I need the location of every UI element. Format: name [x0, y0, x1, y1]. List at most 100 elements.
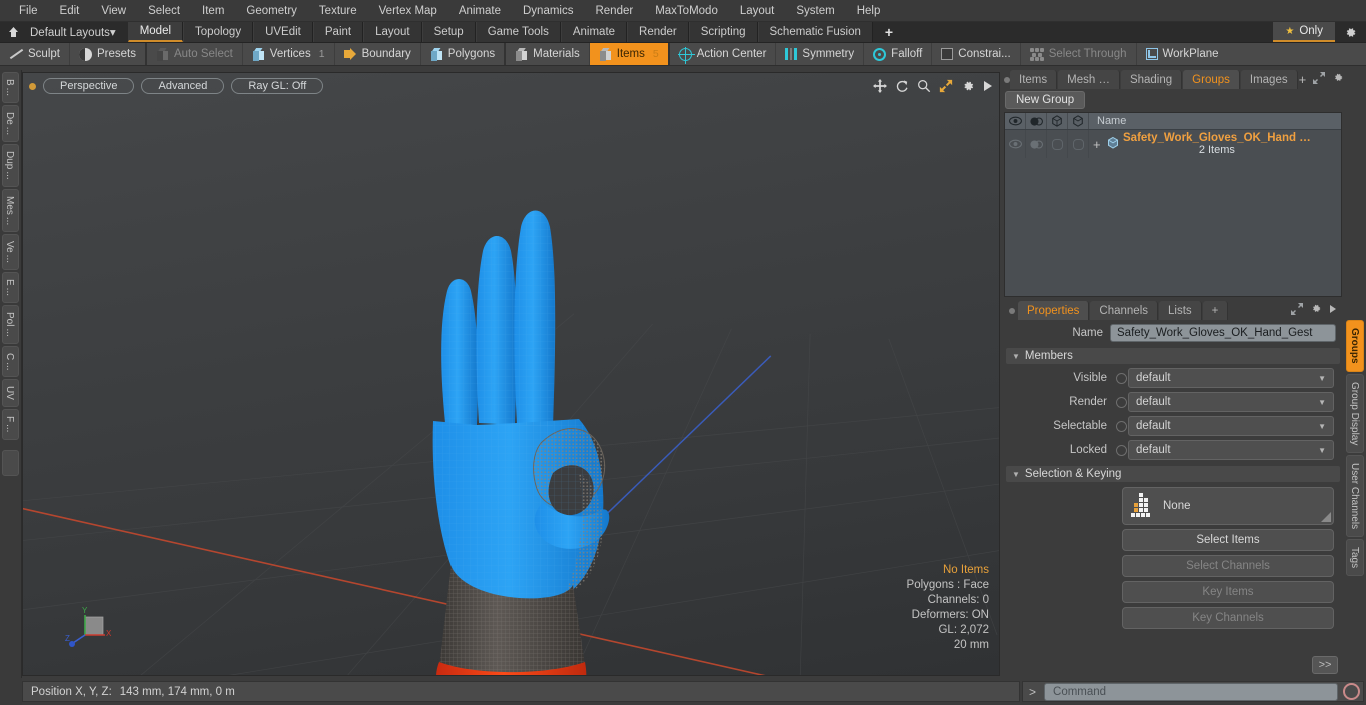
row-locked-toggle[interactable] [1068, 130, 1089, 158]
group-item-list[interactable]: Name + Safety_Work_Gloves_OK_Hand … 2 It… [1004, 112, 1342, 297]
tab-images[interactable]: Images [1240, 70, 1298, 89]
cube-outline-icon[interactable] [1047, 113, 1068, 129]
layout-tab-setup[interactable]: Setup [421, 22, 476, 42]
left-rail-tab-polygon[interactable]: Pol ... [2, 305, 19, 344]
menu-item-help[interactable]: Help [846, 2, 892, 20]
properties-gear-icon[interactable] [1310, 303, 1322, 318]
menu-item-texture[interactable]: Texture [308, 2, 368, 20]
layout-tab-render[interactable]: Render [627, 22, 689, 42]
row-selectable-toggle[interactable] [1047, 130, 1068, 158]
workplane-button[interactable]: WorkPlane [1136, 43, 1228, 65]
sculpt-button[interactable]: Sculpt [0, 43, 70, 65]
selectable-state-indicator[interactable] [1114, 421, 1128, 432]
tab-lists[interactable]: Lists [1159, 301, 1202, 320]
layout-tab-animate[interactable]: Animate [560, 22, 628, 42]
tab-channels[interactable]: Channels [1090, 301, 1159, 320]
record-icon[interactable] [1343, 683, 1360, 700]
row-render-icon[interactable] [1026, 130, 1047, 158]
left-rail-tab-edge[interactable]: E ... [2, 272, 19, 304]
tab-groups[interactable]: Groups [1183, 70, 1240, 89]
panel-gear-icon[interactable] [1332, 72, 1344, 87]
left-rail-tab-deform[interactable]: De ... [2, 105, 19, 143]
menu-item-select[interactable]: Select [137, 2, 191, 20]
render-icon[interactable] [1026, 113, 1047, 129]
locked-state-indicator[interactable] [1114, 445, 1128, 456]
layout-tab-game-tools[interactable]: Game Tools [475, 22, 561, 42]
select-items-button[interactable]: Select Items [1122, 529, 1334, 551]
only-toggle-button[interactable]: ★ Only [1273, 22, 1335, 42]
viewport-projection-selector[interactable]: Perspective [43, 78, 135, 94]
locked-dropdown[interactable]: default ▼ [1128, 440, 1334, 460]
left-rail-tab-vertex[interactable]: Ve ... [2, 234, 19, 271]
add-panel-tab-button[interactable]: + [1299, 72, 1307, 87]
eye-icon[interactable] [1005, 113, 1026, 129]
menu-item-geometry[interactable]: Geometry [235, 2, 308, 20]
play-icon[interactable] [983, 80, 993, 92]
3d-viewport[interactable]: Perspective Advanced Ray GL: Off Y X Z N… [22, 72, 1000, 676]
tab-items[interactable]: Items [1010, 70, 1058, 89]
name-input[interactable]: Safety_Work_Gloves_OK_Hand_Gest [1110, 324, 1336, 342]
left-rail-tab-fusion[interactable]: F ... [2, 409, 19, 440]
properties-expand-icon[interactable] [1291, 303, 1303, 318]
auto-select-button[interactable]: Auto Select [146, 43, 243, 65]
tab-mesh[interactable]: Mesh … [1058, 70, 1120, 89]
left-rail-tab-mesh[interactable]: Mes ... [2, 188, 19, 233]
expand-properties-button[interactable]: >> [1312, 656, 1338, 674]
visible-dropdown[interactable]: default ▼ [1128, 368, 1334, 388]
selection-set-button[interactable]: None [1122, 487, 1334, 525]
menu-item-view[interactable]: View [90, 2, 137, 20]
menu-item-maxtomodo[interactable]: MaxToModo [644, 2, 729, 20]
selectable-dropdown[interactable]: default ▼ [1128, 416, 1334, 436]
layout-tab-paint[interactable]: Paint [312, 22, 364, 42]
left-rail-tab-basic[interactable]: B ... [2, 72, 19, 104]
items-button[interactable]: Items 5 [589, 43, 668, 65]
move-icon[interactable] [873, 79, 887, 93]
layout-tab-model[interactable]: Model [127, 22, 184, 42]
menu-item-render[interactable]: Render [584, 2, 644, 20]
glove-model[interactable] [393, 173, 653, 676]
selection-keying-section-header[interactable]: ▼ Selection & Keying [1006, 466, 1340, 482]
materials-button[interactable]: Materials [506, 43, 590, 65]
layout-tab-uvedit[interactable]: UVEdit [253, 22, 313, 42]
add-layout-tab-button[interactable]: + [873, 22, 905, 42]
left-rail-tab-extra[interactable] [2, 449, 19, 476]
menu-item-dynamics[interactable]: Dynamics [512, 2, 584, 20]
command-chevron-icon[interactable]: > [1026, 685, 1039, 699]
symmetry-button[interactable]: Symmetry [776, 43, 865, 65]
action-center-button[interactable]: Action Center [669, 43, 777, 65]
tab-shading[interactable]: Shading [1120, 70, 1183, 89]
constraint-button[interactable]: Constrai... [932, 43, 1021, 65]
left-rail-tab-duplicate[interactable]: Dup ... [2, 144, 19, 187]
layout-tab-topology[interactable]: Topology [183, 22, 254, 42]
menu-item-edit[interactable]: Edit [49, 2, 91, 20]
gear-icon[interactable] [1335, 22, 1366, 42]
menu-item-vertex-map[interactable]: Vertex Map [368, 2, 448, 20]
layout-tab-scripting[interactable]: Scripting [688, 22, 758, 42]
left-rail-tab-curve[interactable]: C ... [2, 345, 19, 378]
item-list-empty-area[interactable] [1005, 158, 1341, 296]
polygons-button[interactable]: Polygons [420, 43, 505, 65]
gear-icon[interactable] [961, 79, 975, 93]
layout-tab-schematic-fusion[interactable]: Schematic Fusion [757, 22, 873, 42]
vertices-button[interactable]: Vertices 1 [242, 43, 335, 65]
select-through-button[interactable]: Select Through [1020, 43, 1137, 65]
menu-item-animate[interactable]: Animate [448, 2, 512, 20]
expand-row-button[interactable]: + [1093, 137, 1103, 152]
presets-button[interactable]: Presets [69, 43, 145, 65]
layout-preset-label[interactable]: Default Layouts▾ [28, 25, 116, 39]
cube-wire-icon[interactable] [1068, 113, 1089, 129]
fit-icon[interactable] [939, 79, 953, 93]
visible-state-indicator[interactable] [1114, 373, 1128, 384]
table-row[interactable]: + Safety_Work_Gloves_OK_Hand … 2 Items [1005, 130, 1341, 158]
expand-panel-icon[interactable] [1313, 72, 1326, 87]
render-state-indicator[interactable] [1114, 397, 1128, 408]
new-group-button[interactable]: New Group [1005, 91, 1086, 109]
viewport-shading-selector[interactable]: Advanced [141, 78, 225, 94]
zoom-icon[interactable] [917, 79, 931, 93]
properties-menu-icon[interactable] [1329, 304, 1337, 317]
members-section-header[interactable]: ▼ Members [1006, 348, 1340, 364]
tab-properties[interactable]: Properties [1018, 301, 1090, 320]
right-rail-tab-user-channels[interactable]: User Channels [1346, 454, 1364, 538]
layout-tab-layout[interactable]: Layout [363, 22, 422, 42]
viewport-raygl-selector[interactable]: Ray GL: Off [231, 78, 324, 94]
